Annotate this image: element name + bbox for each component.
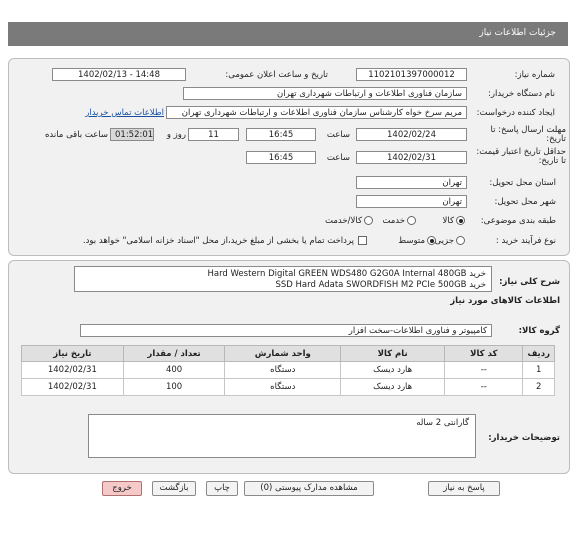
- page-title: جزئیات اطلاعات نیاز: [479, 28, 556, 38]
- cell-row: 2: [522, 378, 555, 396]
- cell-date: 1402/02/31: [21, 361, 124, 379]
- need-number-label: شماره نیاز:: [514, 70, 555, 80]
- process-minor-radio[interactable]: [456, 236, 465, 245]
- treasury-payment-checkbox[interactable]: [358, 236, 367, 245]
- validity-time-field: 16:45: [246, 151, 316, 164]
- goods-section-title: اطلاعات کالاهای مورد نیاز: [450, 296, 560, 306]
- validity-label: حداقل تاریخ اعتبار قیمت: تا تاریخ:: [476, 147, 566, 166]
- description-line-2: خرید SSD Hard Adata SWORDFISH M2 PCIe 50…: [275, 280, 487, 290]
- city-field: تهران: [356, 195, 467, 208]
- table-row: 2 -- هارد دیسک دستگاه 100 1402/02/31: [21, 378, 555, 396]
- view-documents-button[interactable]: مشاهده مدارک پیوستی (0): [244, 481, 374, 496]
- exit-button[interactable]: خروج: [102, 481, 142, 496]
- buyer-notes-box: گارانتی 2 ساله: [88, 414, 476, 458]
- process-label: نوع فرآیند خرید :: [495, 236, 556, 246]
- goods-group-label: گروه کالا:: [518, 326, 560, 336]
- cell-date: 1402/02/31: [21, 378, 124, 396]
- category-service-label: خدمت: [382, 216, 405, 226]
- process-medium-label: متوسط: [398, 236, 425, 246]
- need-number-field: 1102101397000012: [356, 68, 467, 81]
- treasury-payment-note: پرداخت تمام یا بخشی از مبلغ خرید،از محل …: [82, 236, 354, 246]
- deadline-date-field: 1402/02/24: [356, 128, 467, 141]
- category-goods-label: کالا: [442, 216, 454, 226]
- goods-group-field: کامپیوتر و فناوری اطلاعات-سخت افزار: [80, 324, 492, 337]
- province-label: استان محل تحویل:: [489, 178, 556, 188]
- col-qty: تعداد / مقدار: [122, 345, 226, 362]
- contact-buyer-link[interactable]: اطلاعات تماس خریدار: [60, 108, 164, 118]
- buyer-notes-text: گارانتی 2 ساله: [416, 418, 469, 428]
- cell-unit: دستگاه: [224, 361, 342, 379]
- deadline-time-field: 16:45: [246, 128, 316, 141]
- table-row: 1 -- هارد دیسک دستگاه 400 1402/02/31: [21, 361, 555, 379]
- announce-field: 1402/02/13 - 14:48: [52, 68, 186, 81]
- header-bar: جزئیات اطلاعات نیاز: [8, 22, 568, 46]
- days-label: روز و: [166, 130, 186, 140]
- province-field: تهران: [356, 176, 467, 189]
- creator-label: ایجاد کننده درخواست:: [476, 108, 555, 118]
- days-field: 11: [188, 128, 239, 141]
- validity-time-label: ساعت: [326, 153, 350, 163]
- print-button[interactable]: چاپ: [206, 481, 238, 496]
- description-box: خرید Hard Western Digital GREEN WDS480 G…: [74, 266, 492, 292]
- buyer-org-label: نام دستگاه خریدار:: [488, 89, 555, 99]
- respond-button[interactable]: پاسخ به نیاز: [428, 481, 500, 496]
- category-label: طبقه بندی موضوعی:: [480, 216, 556, 226]
- creator-field: مریم سرخ خواه کارشناس سازمان فناوری اطلا…: [166, 106, 467, 119]
- description-label: شرح کلی نیاز:: [499, 277, 560, 287]
- goods-table: ردیف کد کالا نام کالا واحد شمارش تعداد /…: [21, 345, 555, 396]
- category-goods-service-radio[interactable]: [364, 216, 373, 225]
- category-service-radio[interactable]: [407, 216, 416, 225]
- cell-code: --: [444, 378, 524, 396]
- col-code: کد کالا: [444, 345, 524, 362]
- process-medium-radio[interactable]: [427, 236, 436, 245]
- buyer-notes-label: توضیحات خریدار:: [488, 433, 560, 443]
- remaining-time-label: ساعت باقی مانده: [44, 130, 108, 140]
- announce-label: تاریخ و ساعت اعلان عمومی:: [225, 70, 328, 80]
- col-row: ردیف: [522, 345, 555, 362]
- cell-code: --: [444, 361, 524, 379]
- col-name: نام کالا: [340, 345, 446, 362]
- city-label: شهر محل تحویل:: [494, 197, 556, 207]
- remaining-time-field: 01:52:01: [110, 128, 154, 141]
- col-unit: واحد شمارش: [224, 345, 342, 362]
- buyer-org-field: سازمان فناوری اطلاعات و ارتباطات شهرداری…: [183, 87, 467, 100]
- cell-qty: 400: [122, 361, 226, 379]
- category-goods-service-label: کالا/خدمت: [325, 216, 362, 226]
- process-minor-label: جزیی: [434, 236, 454, 246]
- col-date: تاریخ نیاز: [21, 345, 124, 362]
- back-button[interactable]: بازگشت: [152, 481, 196, 496]
- goods-table-header: ردیف کد کالا نام کالا واحد شمارش تعداد /…: [21, 345, 555, 362]
- cell-unit: دستگاه: [224, 378, 342, 396]
- cell-name: هارد دیسک: [340, 378, 446, 396]
- page-root: جزئیات اطلاعات نیاز شماره نیاز: 11021013…: [0, 0, 576, 557]
- deadline-label: مهلت ارسال پاسخ: تا تاریخ:: [490, 125, 566, 144]
- description-line-1: خرید Hard Western Digital GREEN WDS480 G…: [207, 269, 486, 279]
- cell-qty: 100: [122, 378, 226, 396]
- category-goods-radio[interactable]: [456, 216, 465, 225]
- cell-name: هارد دیسک: [340, 361, 446, 379]
- deadline-time-label: ساعت: [326, 130, 350, 140]
- cell-row: 1: [522, 361, 555, 379]
- validity-date-field: 1402/02/31: [356, 151, 467, 164]
